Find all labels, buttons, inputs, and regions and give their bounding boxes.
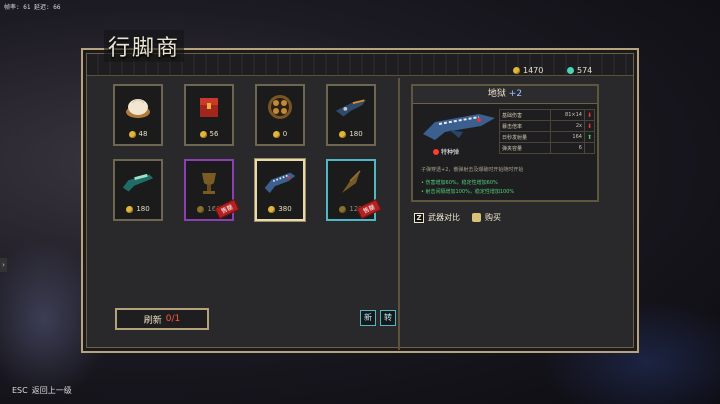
refresh-label: 刷新 [143, 315, 162, 326]
detail-actions: Z 武器对比 购买 [414, 212, 501, 223]
stat-row: 基础伤害 81×14 ⬇ [499, 109, 596, 121]
bronze-orb-icon [263, 92, 297, 122]
refresh-count: 0/1 [165, 314, 181, 324]
coin-balance: 1470 [513, 66, 543, 75]
red-chest-icon [192, 92, 226, 122]
item-price: 380 [257, 205, 303, 213]
shop-slot-7[interactable]: 380 [255, 159, 305, 221]
shark-gun-icon [263, 167, 297, 197]
item-name: 地狱 [487, 89, 506, 99]
stat-row: 日秒发射量 164 ⬆ [499, 131, 596, 143]
buy-button[interactable]: 购买 [485, 212, 501, 223]
dragon-gun-icon [334, 92, 368, 122]
ammo-type-badge: 特种弹 [433, 147, 459, 156]
shop-slot-8[interactable]: 129 售罄 [326, 159, 382, 221]
shop-slot-1[interactable]: 48 [113, 84, 163, 146]
item-description: 子弹穿透+2，散弹射击及爆破时开始随时开始 [421, 167, 524, 173]
coin-icon [513, 67, 520, 74]
buy-icon[interactable] [472, 213, 481, 222]
item-detail-card: 地狱 +2 特种弹 基础伤害 81×14 ⬇ 暴击倍率 2x ⬇ 日秒发射量 164 ⬆ 弹… [411, 84, 599, 202]
esc-key: ESC [12, 386, 28, 395]
coin-icon [197, 205, 205, 213]
arrowhead-icon [334, 167, 368, 197]
coin-icon [126, 205, 134, 213]
coin-icon [339, 130, 347, 138]
refresh-button[interactable]: 刷新 0/1 [115, 308, 209, 330]
coin-value: 1470 [523, 66, 544, 75]
green-blaster-icon [121, 167, 155, 197]
item-perk: • 射击间隔增加100%，稳定性增加100% [421, 189, 515, 195]
coin-icon [199, 130, 207, 138]
coin-icon [128, 130, 136, 138]
fps-readout: 帧率: 61 延迟: 66 [4, 4, 61, 11]
coin-icon [268, 205, 276, 213]
shop-title: 行脚商 [104, 30, 185, 62]
compare-key-icon[interactable]: Z [414, 212, 424, 223]
item-price: 0 [257, 130, 303, 138]
item-detail-title: 地狱 +2 [413, 86, 597, 104]
panel-divider [398, 78, 400, 350]
up-arrow-icon: ⬆ [583, 131, 596, 143]
shop-slot-6[interactable]: 168 售罄 [184, 159, 240, 221]
item-price: 48 [115, 130, 161, 138]
gem-balance: 574 [567, 66, 592, 75]
dumpling-icon [121, 92, 155, 122]
sort-convert-button[interactable]: 转 [380, 310, 396, 326]
item-perk: • 伤害增加60%，稳定性增加60% [421, 180, 498, 186]
shop-slot-3[interactable]: 0 [255, 84, 305, 146]
coin-icon [339, 205, 347, 213]
down-arrow-icon: ⬇ [583, 109, 596, 121]
left-edge-arrow-icon[interactable]: › [0, 258, 7, 272]
stat-row: 暴击倍率 2x ⬇ [499, 120, 596, 132]
shop-slot-2[interactable]: 56 [184, 84, 234, 146]
down-arrow-icon: ⬇ [583, 120, 596, 132]
compare-button[interactable]: 武器对比 [428, 212, 460, 223]
shop-slot-5[interactable]: 180 [113, 159, 163, 221]
gem-value: 574 [577, 66, 593, 75]
shark-gun-preview-icon [419, 110, 499, 144]
stat-row: 弹夹容量 6 [499, 142, 596, 154]
item-level: +2 [508, 89, 523, 99]
gem-icon [567, 67, 574, 74]
item-price: 180 [328, 130, 374, 138]
back-hint[interactable]: ESC 返回上一级 [12, 385, 72, 396]
ammo-type-icon [433, 148, 439, 155]
golden-cup-icon [192, 167, 226, 197]
sort-new-button[interactable]: 新 [360, 310, 376, 326]
item-price: 180 [115, 205, 161, 213]
shop-slot-4[interactable]: 180 [326, 84, 376, 146]
stats-table: 基础伤害 81×14 ⬇ 暴击倍率 2x ⬇ 日秒发射量 164 ⬆ 弹夹容量 6 [499, 109, 596, 154]
item-price: 56 [186, 130, 232, 138]
coin-icon [272, 130, 280, 138]
back-label: 返回上一级 [31, 386, 72, 395]
